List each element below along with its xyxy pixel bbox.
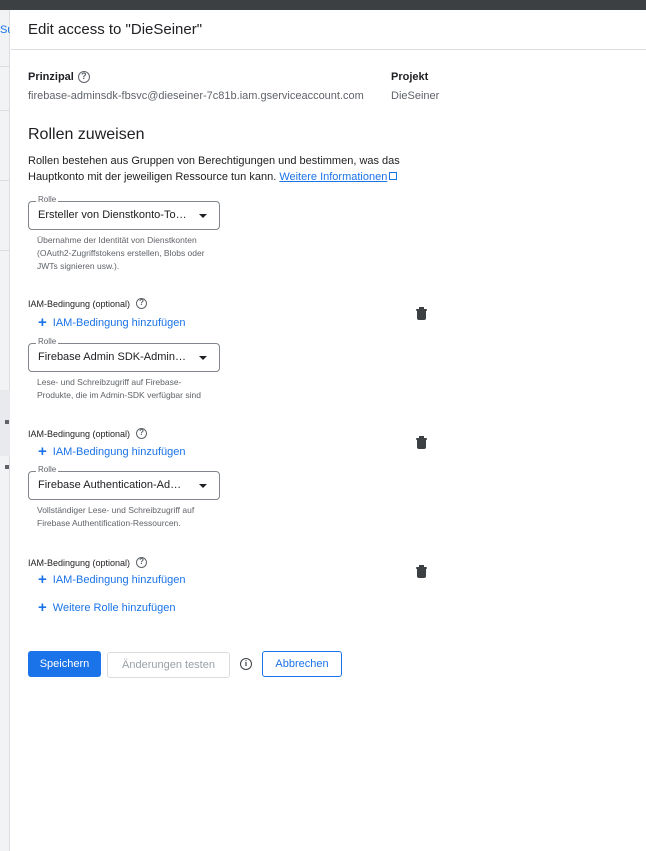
trash-icon[interactable] bbox=[416, 307, 427, 320]
info-icon[interactable]: i bbox=[240, 658, 252, 670]
section-title: Rollen zuweisen bbox=[28, 126, 145, 143]
help-icon[interactable]: ? bbox=[136, 557, 148, 568]
help-icon[interactable]: ? bbox=[136, 298, 148, 309]
help-icon[interactable]: ? bbox=[77, 71, 90, 83]
caret-down-icon bbox=[199, 356, 207, 360]
iam-condition-label: IAM-Bedingung (optional) ? bbox=[28, 428, 148, 439]
add-iam-condition-label: IAM-Bedingung hinzufügen bbox=[52, 574, 186, 586]
background-page: Su bbox=[0, 10, 10, 851]
add-role-button[interactable]: + Weitere Rolle hinzufügen bbox=[38, 599, 176, 616]
add-iam-condition-label: IAM-Bedingung hinzufügen bbox=[52, 446, 186, 458]
project-value: DieSeiner bbox=[391, 90, 440, 102]
add-iam-condition-button[interactable]: + IAM-Bedingung hinzufügen bbox=[38, 314, 186, 331]
trash-icon[interactable] bbox=[416, 565, 427, 578]
add-role-label: Weitere Rolle hinzufügen bbox=[52, 602, 176, 614]
role-legend: Rolle bbox=[36, 465, 59, 474]
panel-header: Edit access to "DieSeiner" bbox=[11, 10, 646, 50]
role-description: Vollständiger Lese- und Schreibzugriff a… bbox=[37, 505, 195, 528]
trash-icon[interactable] bbox=[416, 436, 427, 449]
background-divider bbox=[0, 250, 10, 251]
edit-access-panel: Edit access to "DieSeiner" Prinzipal ? f… bbox=[11, 10, 646, 851]
role-legend: Rolle bbox=[36, 195, 59, 204]
add-iam-condition-button[interactable]: + IAM-Bedingung hinzufügen bbox=[38, 571, 186, 588]
role-legend: Rolle bbox=[36, 337, 59, 346]
iam-condition-label-text: IAM-Bedingung (optional) bbox=[28, 428, 131, 439]
role-description: Lese- und Schreibzugriff auf Firebase-Pr… bbox=[37, 377, 201, 400]
plus-icon: + bbox=[38, 599, 47, 616]
cancel-button[interactable]: Abbrechen bbox=[262, 651, 342, 677]
background-divider bbox=[0, 110, 10, 111]
plus-icon: + bbox=[38, 314, 47, 331]
iam-condition-label-text: IAM-Bedingung (optional) bbox=[28, 298, 131, 309]
learn-more-link[interactable]: Weitere Informationen bbox=[279, 171, 387, 183]
test-changes-button[interactable]: Änderungen testen bbox=[107, 652, 230, 678]
principal-value: firebase-adminsdk-fbsvc@dieseiner-7c81b.… bbox=[28, 90, 364, 102]
role-value: Firebase Admin SDK-Administrator bbox=[38, 351, 188, 363]
principal-label-row: Prinzipal ? bbox=[28, 71, 90, 83]
background-marker bbox=[5, 465, 9, 469]
background-link-fragment: Su bbox=[0, 24, 10, 36]
add-iam-condition-button[interactable]: + IAM-Bedingung hinzufügen bbox=[38, 443, 186, 460]
iam-condition-label-text: IAM-Bedingung (optional) bbox=[28, 557, 131, 568]
plus-icon: + bbox=[38, 571, 47, 588]
top-bar bbox=[0, 0, 646, 10]
principal-label: Prinzipal bbox=[28, 71, 74, 83]
iam-condition-label: IAM-Bedingung (optional) ? bbox=[28, 298, 148, 309]
plus-icon: + bbox=[38, 443, 47, 460]
role-select[interactable]: Rolle Firebase Authentication-Administra… bbox=[28, 465, 220, 500]
caret-down-icon bbox=[199, 214, 207, 218]
background-divider bbox=[0, 180, 10, 181]
background-divider bbox=[0, 66, 10, 67]
external-link-icon bbox=[389, 172, 398, 180]
role-select[interactable]: Rolle Ersteller von Dienstkonto-Token bbox=[28, 195, 220, 230]
panel-title: Edit access to "DieSeiner" bbox=[28, 21, 203, 38]
save-button[interactable]: Speichern bbox=[28, 651, 101, 677]
role-select[interactable]: Rolle Firebase Admin SDK-Administrator bbox=[28, 337, 220, 372]
section-intro: Rollen bestehen aus Gruppen von Berechti… bbox=[28, 153, 428, 185]
iam-condition-label: IAM-Bedingung (optional) ? bbox=[28, 557, 148, 568]
role-value: Firebase Authentication-Administrator bbox=[38, 479, 188, 491]
add-iam-condition-label: IAM-Bedingung hinzufügen bbox=[52, 317, 186, 329]
role-description: Übernahme der Identität von Dienstkonten… bbox=[37, 235, 205, 271]
background-marker bbox=[5, 420, 9, 424]
caret-down-icon bbox=[199, 484, 207, 488]
help-icon[interactable]: ? bbox=[136, 428, 148, 439]
project-label: Projekt bbox=[391, 71, 429, 83]
role-value: Ersteller von Dienstkonto-Token bbox=[38, 209, 188, 221]
